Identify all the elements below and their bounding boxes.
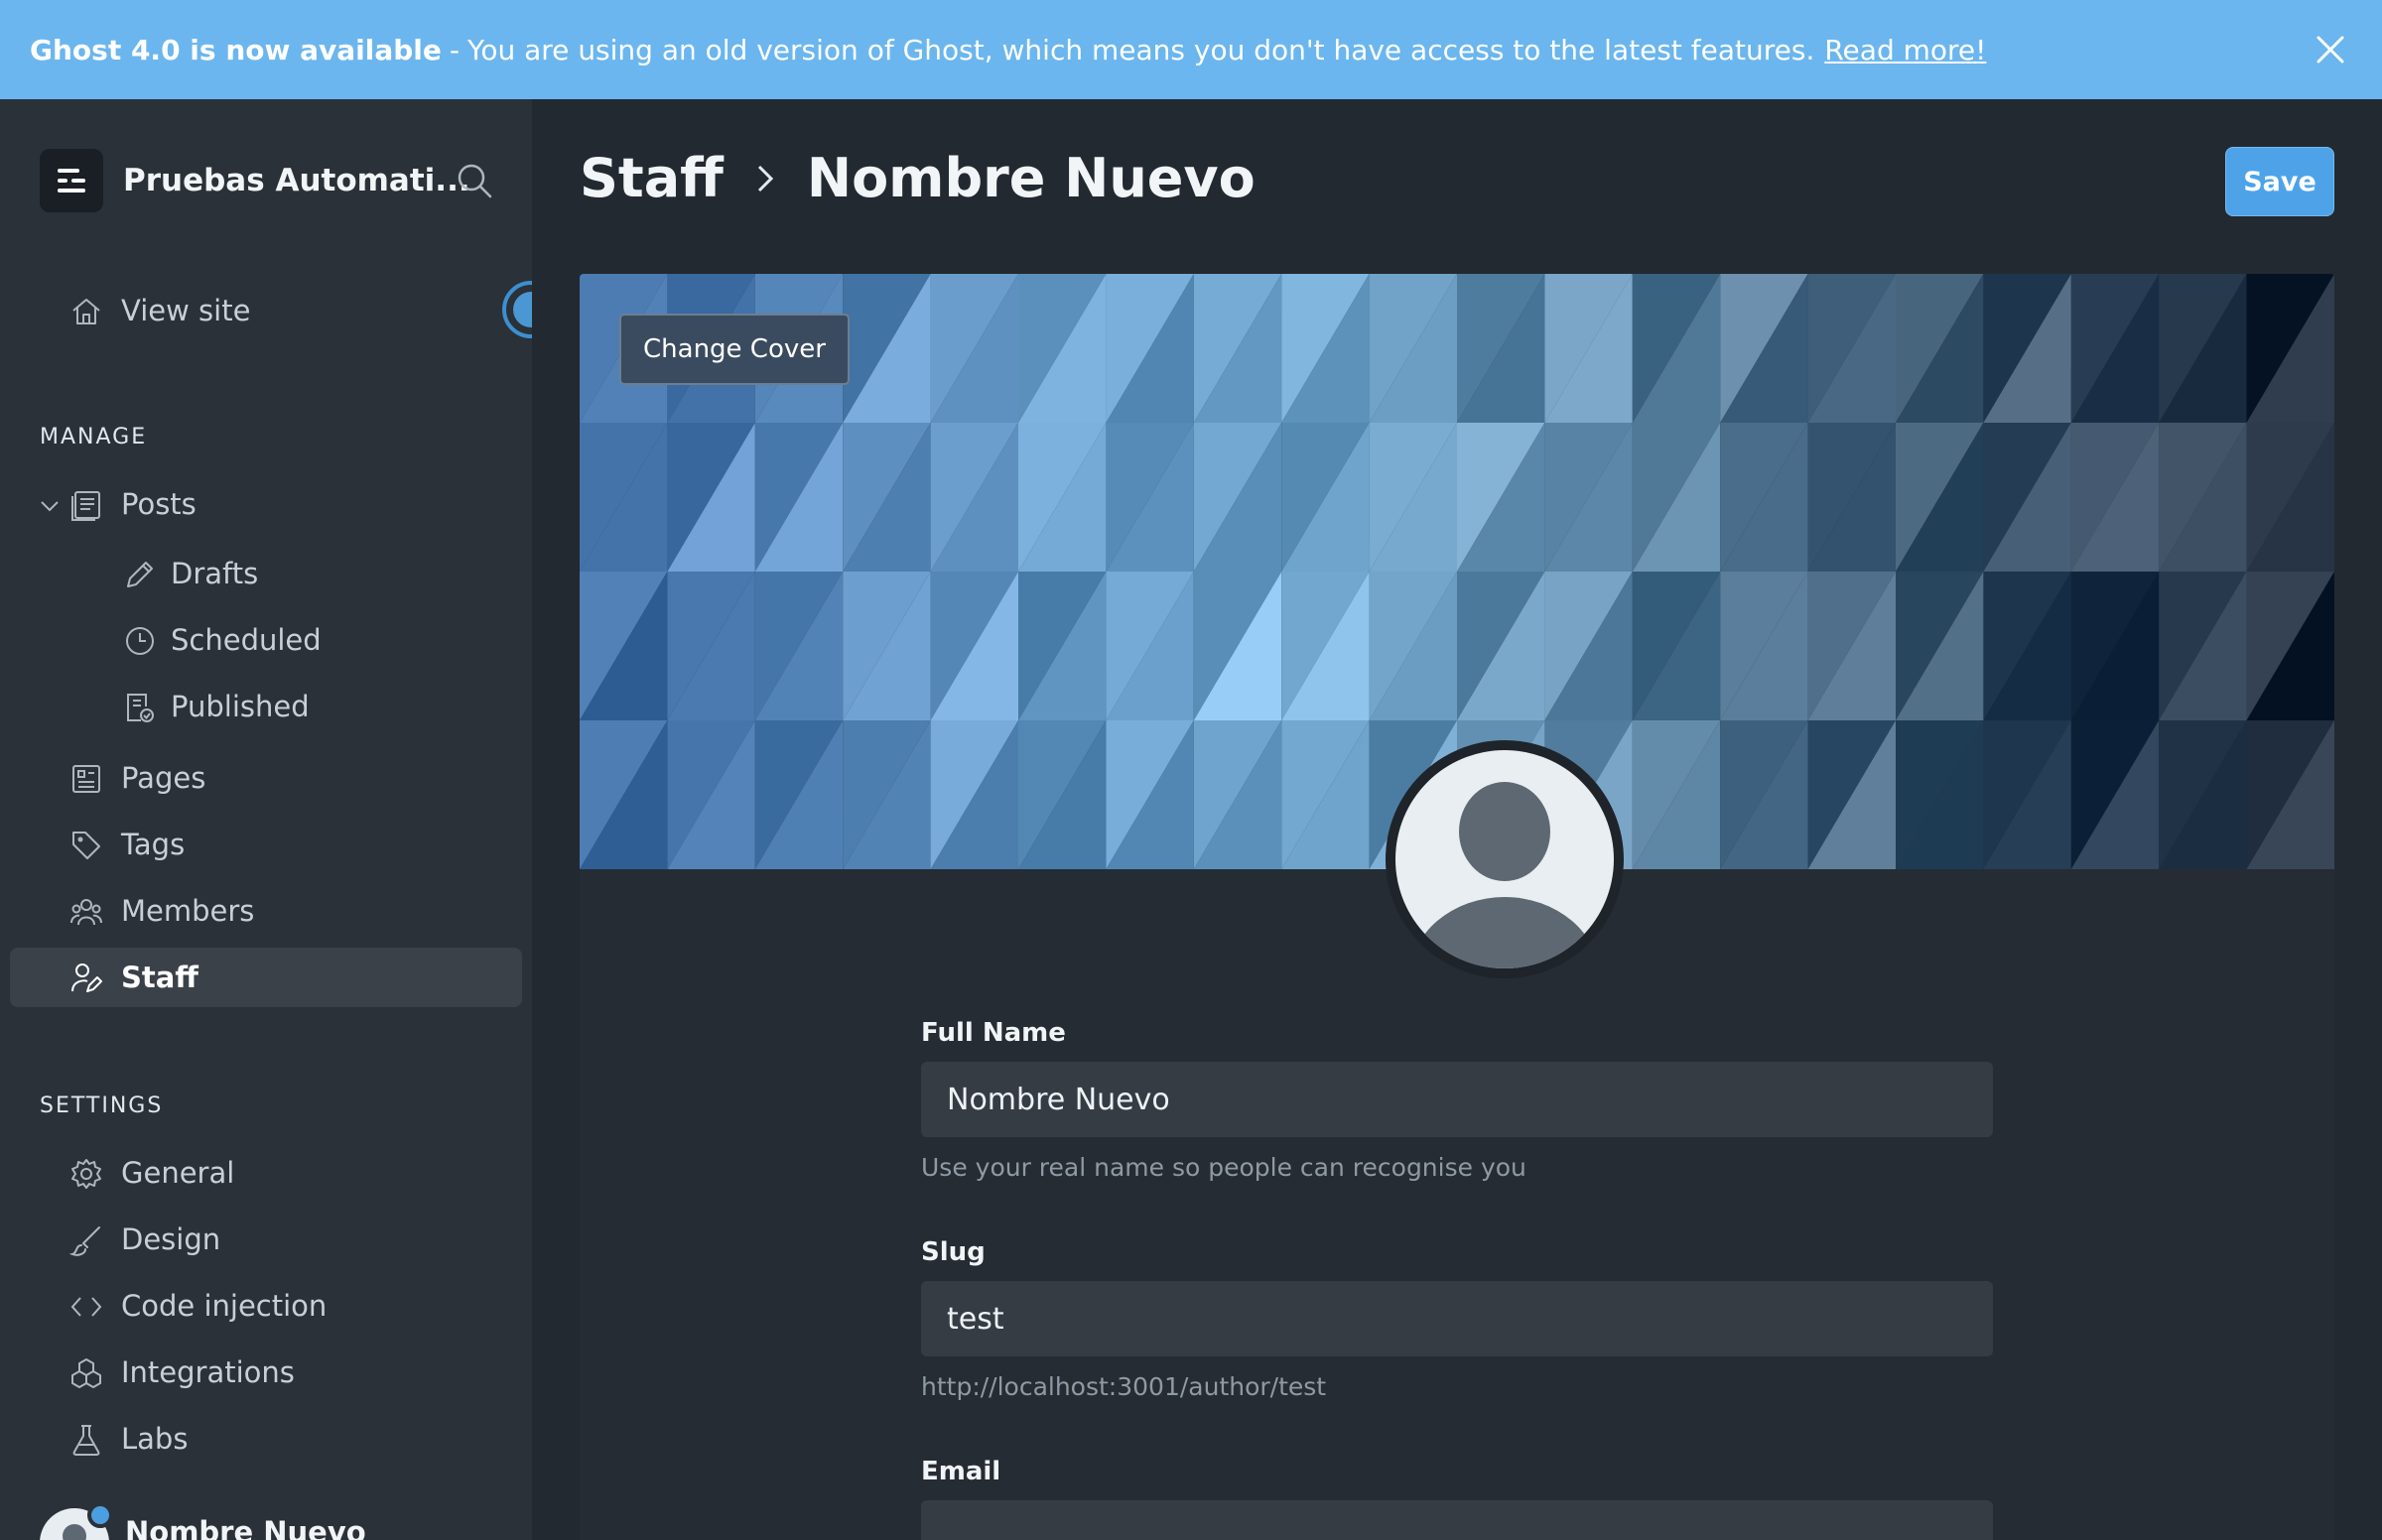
integrations-icon [71, 1358, 101, 1388]
full-name-label: Full Name [921, 1018, 1066, 1048]
sidebar: Pruebas Automati... View site MANAGE Pos… [0, 99, 560, 1540]
published-label: Published [171, 690, 310, 723]
main-content: Staff Nombre Nuevo Save Change Cover Ful… [532, 99, 2382, 1540]
profile-avatar[interactable] [1386, 740, 1624, 978]
staff-icon [71, 963, 102, 992]
pencil-icon [127, 562, 153, 587]
home-icon [72, 299, 100, 324]
tag-icon [72, 832, 100, 859]
email-label: Email [921, 1457, 1001, 1486]
members-icon [70, 899, 102, 926]
sidebar-item-general[interactable]: General [10, 1143, 522, 1203]
code-injection-label: Code injection [121, 1289, 328, 1323]
posts-icon [71, 491, 100, 521]
close-icon[interactable] [2311, 30, 2350, 69]
view-site-label: View site [121, 294, 251, 327]
manage-section-label: MANAGE [40, 425, 148, 449]
user-name: Nombre Nuevo [125, 1515, 366, 1540]
sidebar-item-code-injection[interactable]: Code injection [10, 1276, 522, 1336]
published-icon [127, 694, 154, 722]
sidebar-item-pages[interactable]: Pages [10, 748, 522, 808]
banner-message: You are using an old version of Ghost, w… [466, 33, 1815, 66]
drafts-label: Drafts [171, 557, 259, 590]
page-title: Nombre Nuevo [806, 147, 1256, 209]
profile-form: Full Name Nombre Nuevo Use your real nam… [921, 1018, 1993, 1540]
banner-read-more-link[interactable]: Read more! [1824, 34, 1986, 66]
chevron-right-icon [757, 165, 774, 192]
sidebar-item-published[interactable]: Published [10, 677, 522, 736]
brush-icon [69, 1226, 100, 1256]
sidebar-item-design[interactable]: Design [10, 1210, 522, 1269]
slug-label: Slug [921, 1237, 986, 1267]
sidebar-item-staff[interactable]: Staff [10, 948, 522, 1007]
gear-icon [71, 1159, 101, 1189]
profile-card: Full Name Nombre Nuevo Use your real nam… [580, 740, 2334, 1540]
full-name-input[interactable]: Nombre Nuevo [921, 1062, 1993, 1137]
search-icon[interactable] [455, 161, 494, 200]
labs-label: Labs [121, 1422, 189, 1456]
staff-label: Staff [121, 961, 198, 994]
breadcrumb: Staff Nombre Nuevo [580, 147, 1256, 209]
slug-url-help: http://localhost:3001/author/test [921, 1372, 1327, 1401]
default-avatar-icon [1409, 782, 1600, 968]
full-name-help: Use your real name so people can recogni… [921, 1153, 1526, 1182]
site-name: Pruebas Automati... [123, 163, 470, 198]
sidebar-item-view-site[interactable]: View site [10, 281, 522, 340]
banner-title: Ghost 4.0 is now available [30, 33, 442, 66]
pages-icon [72, 765, 100, 793]
sidebar-item-scheduled[interactable]: Scheduled [10, 610, 522, 670]
breadcrumb-staff-link[interactable]: Staff [580, 147, 724, 209]
general-label: General [121, 1156, 235, 1190]
site-brand[interactable]: Pruebas Automati... [40, 149, 470, 212]
status-badge [87, 1502, 113, 1528]
sidebar-item-tags[interactable]: Tags [10, 815, 522, 874]
sidebar-item-labs[interactable]: Labs [10, 1409, 522, 1469]
clock-icon [126, 627, 154, 655]
avatar [40, 1502, 113, 1540]
design-label: Design [121, 1222, 221, 1256]
sidebar-item-drafts[interactable]: Drafts [10, 544, 522, 603]
pages-label: Pages [121, 761, 206, 795]
sidebar-item-members[interactable]: Members [10, 881, 522, 941]
scheduled-label: Scheduled [171, 623, 322, 657]
banner-separator: - [449, 33, 460, 66]
chevron-down-icon[interactable] [38, 494, 62, 518]
settings-section-label: SETTINGS [40, 1093, 164, 1118]
posts-label: Posts [121, 487, 197, 521]
sidebar-item-posts[interactable]: Posts [10, 474, 522, 534]
tags-label: Tags [121, 828, 186, 861]
email-input[interactable] [921, 1500, 1993, 1540]
sidebar-item-integrations[interactable]: Integrations [10, 1343, 522, 1402]
user-menu[interactable]: Nombre Nuevo [40, 1502, 366, 1540]
members-label: Members [121, 894, 255, 928]
slug-input[interactable]: test [921, 1281, 1993, 1356]
update-banner: Ghost 4.0 is now available - You are usi… [0, 0, 2382, 99]
integrations-label: Integrations [121, 1355, 295, 1389]
ghost-logo-icon [40, 149, 103, 212]
save-button[interactable]: Save [2225, 147, 2334, 216]
change-cover-button[interactable]: Change Cover [619, 314, 850, 385]
flask-icon [72, 1425, 100, 1456]
code-icon [70, 1297, 102, 1317]
